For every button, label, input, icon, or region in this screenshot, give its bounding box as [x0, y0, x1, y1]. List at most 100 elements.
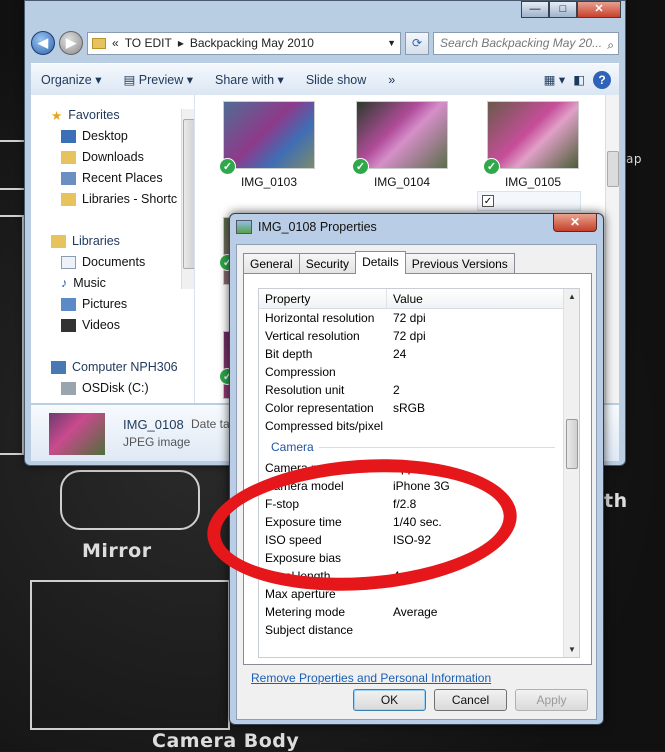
- nav-recent-places-label: Recent Places: [82, 171, 163, 185]
- more-commands-button[interactable]: »: [388, 73, 395, 87]
- tab-details[interactable]: Details: [355, 251, 406, 274]
- property-value: [387, 417, 393, 435]
- file-list-scrollbar[interactable]: [605, 95, 619, 403]
- back-button[interactable]: ◀: [31, 31, 55, 55]
- property-row[interactable]: Max aperture: [259, 585, 579, 603]
- property-row[interactable]: F-stop f/2.8: [259, 495, 579, 513]
- property-value: 2: [393, 383, 400, 397]
- property-name: ISO speed: [265, 533, 322, 547]
- property-row[interactable]: Bit depth 24: [259, 345, 579, 363]
- nav-computer[interactable]: Computer NPH306: [51, 357, 178, 377]
- file-item[interactable]: ✓ IMG_0104: [352, 101, 452, 189]
- checkbox-icon[interactable]: ✓: [482, 195, 494, 207]
- file-item[interactable]: ✓ IMG_0105: [483, 101, 583, 189]
- property-row[interactable]: Vertical resolution 72 dpi: [259, 327, 579, 345]
- remove-properties-link[interactable]: Remove Properties and Personal Informati…: [251, 671, 491, 685]
- address-dropdown-icon[interactable]: ▼: [387, 38, 400, 48]
- details-date-label: Date ta: [191, 417, 230, 431]
- background-label-th: th: [604, 490, 628, 512]
- property-row[interactable]: Camera maker Apple: [259, 459, 579, 477]
- organize-button[interactable]: Organize ▾: [41, 72, 101, 87]
- address-bar[interactable]: « TO EDIT ▸ Backpacking May 2010 ▼: [87, 31, 401, 55]
- background-sketch-line: [0, 215, 24, 455]
- breadcrumb-to-edit[interactable]: TO EDIT: [125, 36, 172, 50]
- property-row[interactable]: ISO speed ISO-92: [259, 531, 579, 549]
- property-row[interactable]: Compressed bits/pixel: [259, 417, 579, 435]
- nav-libraries[interactable]: Libraries: [51, 231, 120, 251]
- property-name: Compressed bits/pixel: [265, 419, 384, 433]
- search-icon[interactable]: ⌕: [607, 35, 614, 56]
- property-name: Horizontal resolution: [265, 311, 375, 325]
- property-row[interactable]: Color representation sRGB: [259, 399, 579, 417]
- slide-show-button[interactable]: Slide show: [306, 73, 366, 87]
- search-input[interactable]: Search Backpacking May 20... ⌕: [433, 31, 619, 56]
- tab-general[interactable]: General: [243, 253, 300, 273]
- breadcrumb-current[interactable]: Backpacking May 2010: [190, 36, 314, 50]
- preview-button[interactable]: ▤ Preview ▾: [123, 72, 193, 87]
- file-item[interactable]: ✓ IMG_0103: [219, 101, 319, 189]
- column-header-value[interactable]: Value: [387, 289, 423, 308]
- ok-button[interactable]: OK: [353, 689, 426, 711]
- tab-security[interactable]: Security: [298, 253, 357, 273]
- pictures-icon: [61, 297, 76, 311]
- property-row[interactable]: Exposure bias: [259, 549, 579, 567]
- property-row[interactable]: Focal length 4 mm: [259, 567, 579, 585]
- grid-scrollbar[interactable]: ▲ ▼: [563, 289, 579, 657]
- nav-downloads[interactable]: Downloads: [61, 147, 144, 167]
- image-file-icon: [236, 220, 252, 234]
- property-value: [387, 585, 393, 603]
- property-row[interactable]: Resolution unit 2: [259, 381, 579, 399]
- property-row[interactable]: Horizontal resolution 72 dpi: [259, 309, 579, 327]
- nav-favorites[interactable]: ★ Favorites: [51, 105, 120, 125]
- close-button[interactable]: ✕: [577, 1, 621, 18]
- forward-button[interactable]: ▶: [59, 31, 83, 55]
- nav-scrollbar[interactable]: [181, 109, 194, 289]
- cancel-button[interactable]: Cancel: [434, 689, 507, 711]
- preview-label: Preview: [138, 73, 184, 87]
- window-caption-buttons: — □ ✕: [521, 1, 621, 18]
- property-row[interactable]: Exposure time 1/40 sec.: [259, 513, 579, 531]
- apply-button[interactable]: Apply: [515, 689, 588, 711]
- property-name: Bit depth: [265, 347, 313, 361]
- scroll-down-icon[interactable]: ▼: [568, 645, 576, 654]
- maximize-button[interactable]: □: [549, 1, 577, 18]
- folder-icon: [92, 37, 106, 49]
- property-row[interactable]: Subject distance: [259, 621, 579, 639]
- checkmark-icon: ✓: [483, 158, 500, 175]
- nav-libraries-shortcut[interactable]: Libraries - Shortc: [61, 189, 177, 209]
- nav-pictures[interactable]: Pictures: [61, 294, 127, 314]
- selection-checkbox[interactable]: ✓: [477, 191, 581, 211]
- minimize-button[interactable]: —: [521, 1, 549, 18]
- column-header-property[interactable]: Property: [259, 289, 387, 308]
- details-panel: Property Value Horizontal resolution 72 d…: [243, 273, 592, 665]
- file-list-scrollbar-thumb[interactable]: [607, 151, 619, 187]
- share-with-button[interactable]: Share with ▾: [215, 72, 284, 87]
- nav-downloads-label: Downloads: [82, 150, 144, 164]
- nav-documents[interactable]: Documents: [61, 252, 145, 272]
- preview-pane-icon[interactable]: ◧: [573, 72, 585, 87]
- details-filetype: JPEG image: [123, 435, 191, 449]
- background-label-camera-body: Camera Body: [152, 730, 300, 752]
- nav-music[interactable]: ♪ Music: [61, 273, 106, 293]
- property-name: Compression: [265, 365, 336, 379]
- nav-scrollbar-thumb[interactable]: [183, 119, 194, 269]
- nav-desktop[interactable]: Desktop: [61, 126, 128, 146]
- property-value: [387, 549, 393, 567]
- help-icon[interactable]: ?: [593, 70, 611, 89]
- nav-videos[interactable]: Videos: [61, 315, 120, 335]
- property-row[interactable]: Camera model iPhone 3G: [259, 477, 579, 495]
- grid-scrollbar-thumb[interactable]: [566, 419, 578, 469]
- tab-previous-versions[interactable]: Previous Versions: [404, 253, 515, 273]
- nav-osdisk[interactable]: OSDisk (C:): [61, 378, 149, 398]
- property-row[interactable]: Metering mode Average: [259, 603, 579, 621]
- dialog-close-button[interactable]: ✕: [553, 214, 597, 232]
- refresh-icon[interactable]: ⟳: [405, 31, 429, 55]
- property-row[interactable]: Compression: [259, 363, 579, 381]
- camera-property-rows: Camera maker Apple Camera model iPhone 3G F-…: [259, 459, 579, 639]
- image-property-rows: Horizontal resolution 72 dpi Vertical reso…: [259, 309, 579, 435]
- nav-recent-places[interactable]: Recent Places: [61, 168, 163, 188]
- change-view-icon[interactable]: ▦ ▾: [544, 72, 566, 87]
- scroll-up-icon[interactable]: ▲: [568, 292, 576, 301]
- breadcrumb-separator-icon: «: [112, 36, 119, 50]
- file-thumbnail: [356, 101, 448, 169]
